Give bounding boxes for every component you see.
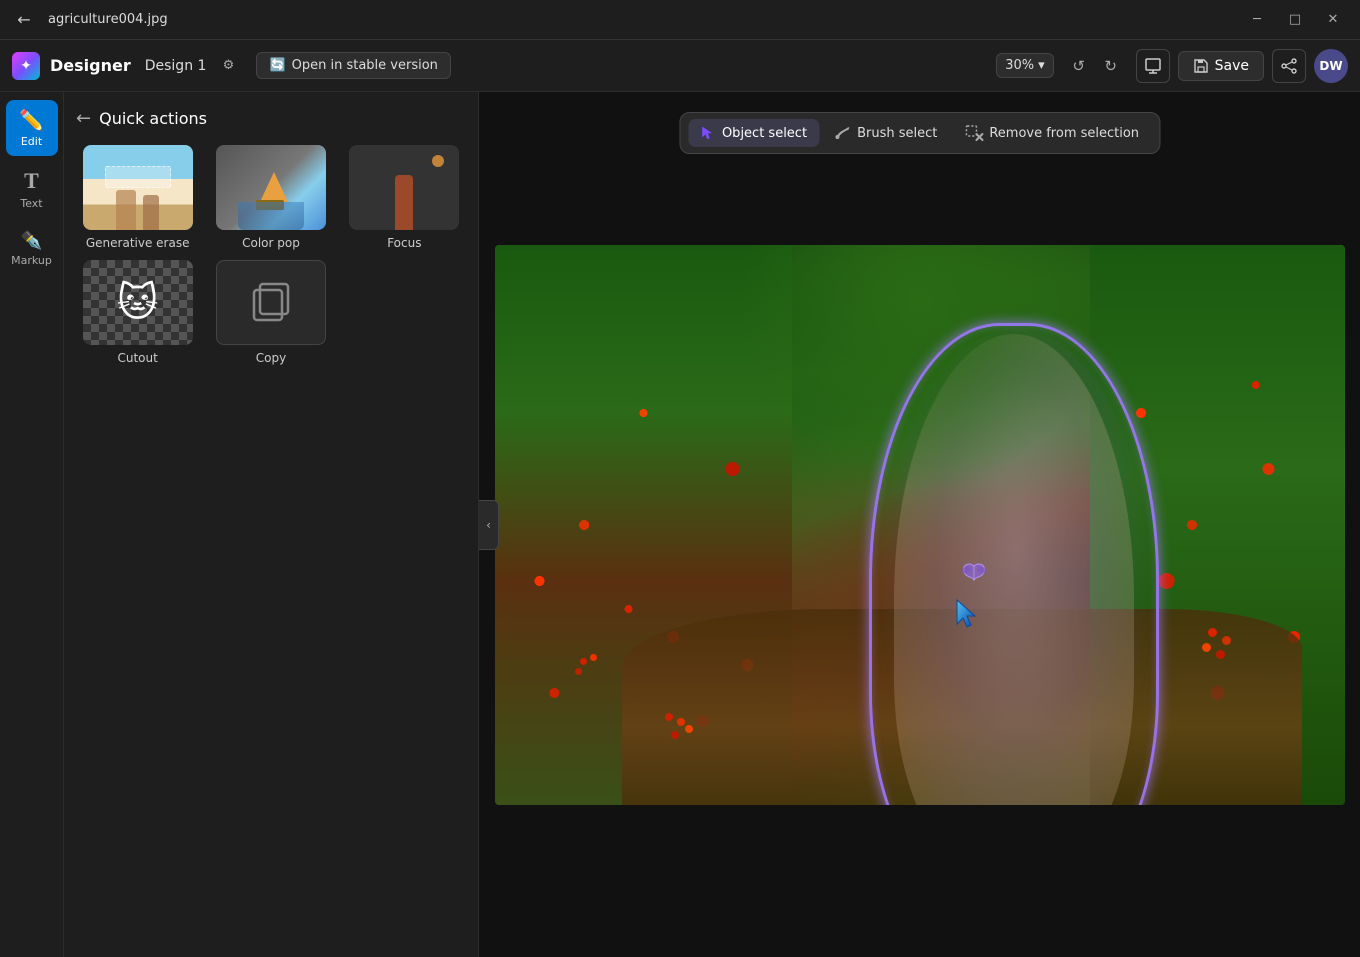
text-label: Text bbox=[20, 197, 42, 210]
remove-from-selection-button[interactable]: Remove from selection bbox=[953, 119, 1151, 147]
save-button[interactable]: Save bbox=[1178, 51, 1264, 81]
brush-select-label: Brush select bbox=[857, 126, 937, 141]
remove-selection-icon bbox=[965, 125, 983, 141]
text-icon: T bbox=[24, 168, 39, 194]
edit-icon: ✏️ bbox=[19, 108, 44, 132]
image-tomato-cluster-2 bbox=[580, 658, 587, 665]
sidebar-header: ← Quick actions bbox=[76, 104, 466, 133]
share-button[interactable] bbox=[1272, 49, 1306, 83]
quick-action-color-pop[interactable]: Color pop bbox=[209, 145, 332, 250]
title-bar-filename: agriculture004.jpg bbox=[48, 12, 1230, 27]
undo-button[interactable]: ↺ bbox=[1064, 51, 1094, 81]
image-tomato-cluster-3 bbox=[1208, 628, 1217, 637]
ai-sparkle-icon bbox=[954, 558, 994, 594]
sidebar-item-text[interactable]: T Text bbox=[6, 160, 58, 218]
markup-label: Markup bbox=[11, 254, 52, 267]
logo-icon: ✦ bbox=[20, 58, 32, 74]
generative-erase-thumbnail bbox=[83, 145, 193, 230]
avatar-initials: DW bbox=[1319, 59, 1342, 73]
icon-bar: ✏️ Edit T Text ✒️ Markup bbox=[0, 92, 64, 957]
zoom-control[interactable]: 30% ▾ bbox=[996, 53, 1053, 78]
remove-selection-label: Remove from selection bbox=[989, 126, 1139, 141]
cutout-cat-icon: 🐱 bbox=[83, 260, 193, 345]
sidebar-title: Quick actions bbox=[99, 109, 207, 128]
back-icon: ← bbox=[17, 10, 30, 29]
title-bar: ← agriculture004.jpg ─ □ ✕ bbox=[0, 0, 1360, 40]
undo-redo-group: ↺ ↻ bbox=[1064, 51, 1126, 81]
save-label: Save bbox=[1215, 58, 1249, 74]
design-settings-button[interactable]: ⚙ bbox=[216, 54, 240, 78]
markup-icon: ✒️ bbox=[20, 230, 42, 251]
cutout-label: Cutout bbox=[117, 351, 157, 365]
object-select-icon bbox=[700, 125, 716, 141]
stable-version-icon: 🔄 bbox=[269, 58, 285, 73]
brush-select-icon bbox=[835, 125, 851, 141]
app-name: Designer bbox=[50, 56, 131, 75]
user-avatar[interactable]: DW bbox=[1314, 49, 1348, 83]
sidebar-back-button[interactable]: ← bbox=[76, 108, 91, 129]
title-bar-back-button[interactable]: ← bbox=[12, 8, 36, 32]
collapse-icon: ‹ bbox=[486, 518, 491, 532]
copy-thumbnail bbox=[216, 260, 326, 345]
brush-select-button[interactable]: Brush select bbox=[823, 119, 949, 147]
color-pop-thumbnail bbox=[216, 145, 326, 230]
generative-erase-label: Generative erase bbox=[86, 236, 190, 250]
app-logo: ✦ bbox=[12, 52, 40, 80]
app-bar: ✦ Designer Design 1 ⚙ 🔄 Open in stable v… bbox=[0, 40, 1360, 92]
copy-label: Copy bbox=[256, 351, 286, 365]
image-tomato-cluster-1 bbox=[665, 713, 673, 721]
main-layout: ✏️ Edit T Text ✒️ Markup ← Quick actions bbox=[0, 92, 1360, 957]
quick-action-focus[interactable]: Focus bbox=[343, 145, 466, 250]
open-stable-button[interactable]: 🔄 Open in stable version bbox=[256, 52, 450, 79]
cursor-icon bbox=[954, 598, 980, 630]
quick-action-cutout[interactable]: 🐱 Cutout bbox=[76, 260, 199, 365]
color-pop-label: Color pop bbox=[242, 236, 300, 250]
canvas-image bbox=[495, 245, 1345, 805]
sidebar-item-markup[interactable]: ✒️ Markup bbox=[6, 222, 58, 275]
canvas-toolbar: Object select Brush select Remove from s… bbox=[679, 112, 1160, 154]
sidebar-collapse-button[interactable]: ‹ bbox=[479, 500, 499, 550]
copy-icon bbox=[248, 280, 294, 326]
title-bar-controls: ─ □ ✕ bbox=[1242, 8, 1348, 32]
image-foliage-mid bbox=[707, 245, 1132, 525]
focus-label: Focus bbox=[387, 236, 421, 250]
sidebar-item-edit[interactable]: ✏️ Edit bbox=[6, 100, 58, 156]
close-button[interactable]: ✕ bbox=[1318, 8, 1348, 32]
edit-label: Edit bbox=[21, 135, 42, 148]
minimize-button[interactable]: ─ bbox=[1242, 8, 1272, 32]
zoom-dropdown-icon: ▾ bbox=[1038, 58, 1045, 73]
zoom-level: 30% bbox=[1005, 58, 1034, 73]
quick-action-copy[interactable]: Copy bbox=[209, 260, 332, 365]
sidebar: ← Quick actions Generative erase bbox=[64, 92, 479, 957]
open-stable-label: Open in stable version bbox=[292, 58, 438, 73]
cutout-thumbnail: 🐱 bbox=[83, 260, 193, 345]
object-select-button[interactable]: Object select bbox=[688, 119, 819, 147]
canvas-area[interactable]: Object select Brush select Remove from s… bbox=[479, 92, 1360, 957]
app-bar-right: Save DW bbox=[1136, 49, 1348, 83]
image-cursor-area bbox=[954, 558, 994, 634]
redo-button[interactable]: ↻ bbox=[1096, 51, 1126, 81]
quick-actions-grid: Generative erase Color pop bbox=[76, 145, 466, 365]
focus-thumbnail bbox=[349, 145, 459, 230]
design-name: Design 1 bbox=[145, 58, 207, 74]
maximize-button[interactable]: □ bbox=[1280, 8, 1310, 32]
quick-action-generative-erase[interactable]: Generative erase bbox=[76, 145, 199, 250]
present-button[interactable] bbox=[1136, 49, 1170, 83]
object-select-label: Object select bbox=[722, 126, 807, 141]
